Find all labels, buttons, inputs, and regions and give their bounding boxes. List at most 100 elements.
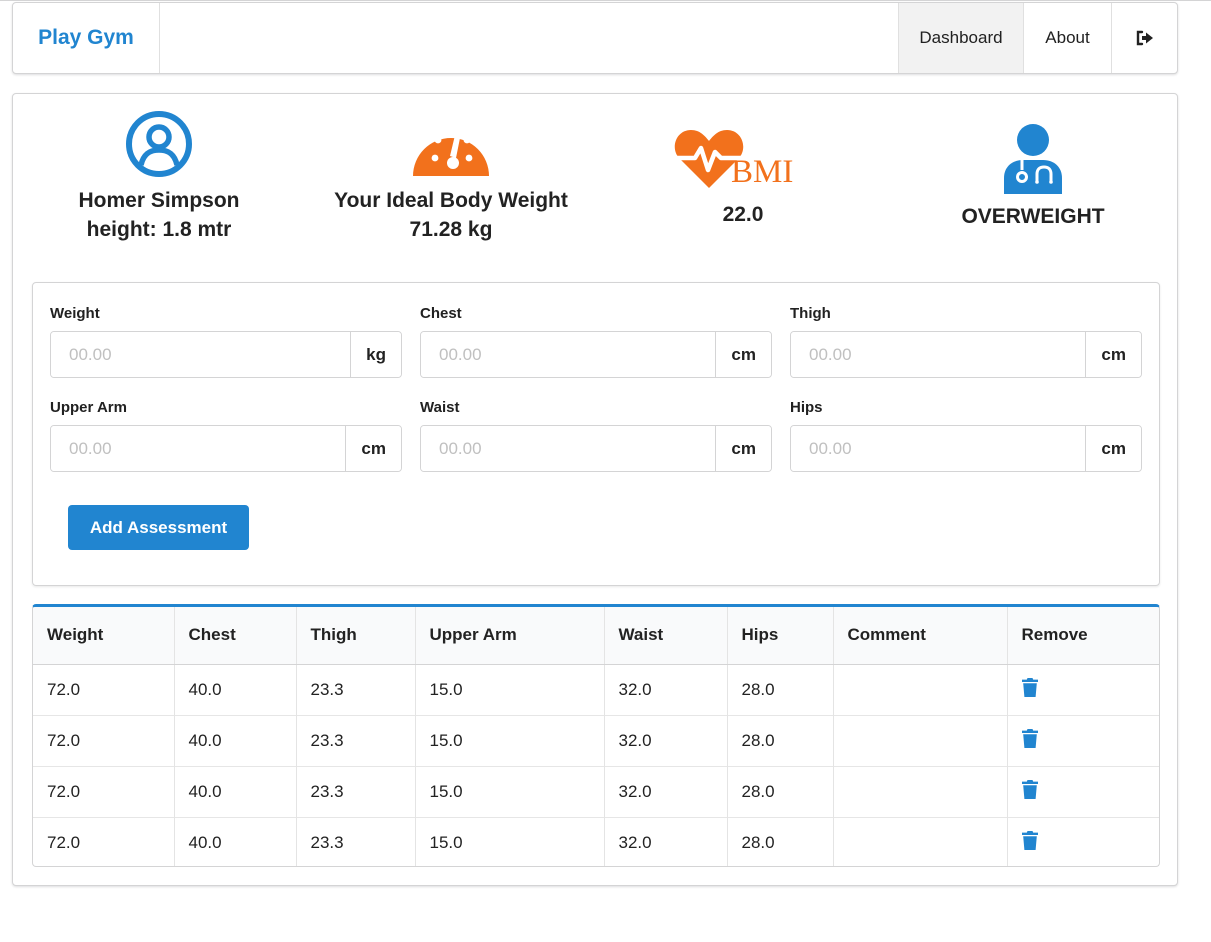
column-header: Comment (832, 607, 1007, 665)
trash-icon (1021, 779, 1038, 799)
remove-button[interactable] (1021, 830, 1038, 855)
hips-cell: 28.0 (726, 714, 833, 766)
remove-cell (1006, 714, 1159, 766)
remove-button[interactable] (1021, 728, 1038, 753)
hips-cell: 28.0 (726, 765, 833, 817)
ideal-weight-stat: Your Ideal Body Weight 71.28 kg (321, 114, 581, 244)
weight-unit: kg (350, 332, 401, 377)
trash-icon (1021, 677, 1038, 697)
navbar-spacer (160, 3, 898, 73)
sign-out-icon (1136, 30, 1153, 46)
column-header: Remove (1006, 607, 1159, 665)
member-stat: Homer Simpson height: 1.8 mtr (71, 110, 247, 244)
column-header: Waist (603, 607, 727, 665)
hips-cell: 28.0 (726, 664, 833, 715)
chest-input-group: cm (420, 331, 772, 378)
thigh-cell: 23.3 (295, 765, 415, 817)
waist-field: Waist cm (420, 399, 772, 472)
waist-cell: 32.0 (603, 765, 727, 817)
comment-cell (832, 765, 1007, 817)
top-navbar: Play Gym Dashboard About (12, 2, 1178, 74)
hips-cell: 28.0 (726, 816, 833, 866)
chest-unit: cm (715, 332, 771, 377)
column-header: Upper Arm (414, 607, 604, 665)
nav-dashboard[interactable]: Dashboard (898, 3, 1023, 73)
remove-button[interactable] (1021, 779, 1038, 804)
hips-label: Hips (790, 399, 823, 416)
chest-cell: 40.0 (173, 664, 296, 715)
ideal-weight-label: Your Ideal Body Weight (334, 189, 568, 212)
column-header: Chest (173, 607, 296, 665)
upper-arm-label: Upper Arm (50, 399, 127, 416)
table-row: 72.0 40.0 23.3 15.0 32.0 28.0 (33, 664, 1159, 715)
table-row: 72.0 40.0 23.3 15.0 32.0 28.0 (33, 816, 1159, 866)
thigh-cell: 23.3 (295, 816, 415, 866)
ideal-weight-value: 71.28 kg (409, 218, 493, 241)
doctor-icon (1004, 124, 1062, 194)
table-row: 72.0 40.0 23.3 15.0 32.0 28.0 (33, 765, 1159, 817)
weight-input-group: kg (50, 331, 402, 378)
upper-arm-cell: 15.0 (414, 816, 604, 866)
member-name: Homer Simpson (78, 189, 240, 212)
waist-cell: 32.0 (603, 714, 727, 766)
thigh-label: Thigh (790, 305, 831, 322)
thigh-field: Thigh cm (790, 305, 1142, 378)
comment-cell (832, 664, 1007, 715)
bmi-category-stat: OVERWEIGHT (933, 124, 1133, 231)
upper-arm-field: Upper Arm cm (50, 399, 402, 472)
tachometer-icon (413, 125, 489, 176)
hips-unit: cm (1085, 426, 1141, 471)
dashboard-segment: Homer Simpson height: 1.8 mtr Your Ideal… (12, 93, 1178, 886)
hips-input[interactable] (791, 426, 1086, 471)
upper-arm-cell: 15.0 (414, 765, 604, 817)
trash-icon (1021, 830, 1038, 850)
assessments-table: Weight Chest Thigh Upper Arm Waist Hips … (32, 604, 1160, 867)
chest-label: Chest (420, 305, 462, 322)
assessment-form: Weight kg Chest cm Thigh cm Upper Arm (32, 282, 1160, 586)
remove-cell (1006, 765, 1159, 817)
remove-button[interactable] (1021, 677, 1038, 702)
top-border (0, 0, 1211, 1)
table-header-row: Weight Chest Thigh Upper Arm Waist Hips … (33, 607, 1159, 665)
chest-cell: 40.0 (173, 765, 296, 817)
hips-input-group: cm (790, 425, 1142, 472)
add-assessment-button[interactable]: Add Assessment (68, 505, 249, 550)
bmi-icon-text: BMI (731, 154, 794, 190)
heartbeat-bmi-icon: BMI (663, 128, 823, 190)
comment-cell (832, 714, 1007, 766)
thigh-cell: 23.3 (295, 714, 415, 766)
bmi-category-value: OVERWEIGHT (961, 205, 1105, 228)
nav-about[interactable]: About (1023, 3, 1111, 73)
weight-cell: 72.0 (33, 765, 174, 817)
waist-unit: cm (715, 426, 771, 471)
brand-link[interactable]: Play Gym (13, 3, 160, 73)
waist-cell: 32.0 (603, 664, 727, 715)
thigh-input[interactable] (791, 332, 1086, 377)
waist-input-group: cm (420, 425, 772, 472)
upper-arm-cell: 15.0 (414, 664, 604, 715)
upper-arm-unit: cm (345, 426, 401, 471)
thigh-cell: 23.3 (295, 664, 415, 715)
column-header: Thigh (295, 607, 415, 665)
logout-button[interactable] (1111, 3, 1177, 73)
chest-field: Chest cm (420, 305, 772, 378)
chest-cell: 40.0 (173, 714, 296, 766)
user-circle-icon (126, 111, 192, 177)
column-header: Hips (726, 607, 833, 665)
weight-field: Weight kg (50, 305, 402, 378)
bmi-stat: BMI 22.0 (663, 128, 823, 229)
column-header: Weight (33, 607, 174, 665)
upper-arm-cell: 15.0 (414, 714, 604, 766)
weight-input[interactable] (51, 332, 351, 377)
upper-arm-input[interactable] (51, 426, 346, 471)
weight-cell: 72.0 (33, 714, 174, 766)
thigh-unit: cm (1085, 332, 1141, 377)
chest-input[interactable] (421, 332, 716, 377)
remove-cell (1006, 664, 1159, 715)
weight-cell: 72.0 (33, 816, 174, 866)
waist-input[interactable] (421, 426, 716, 471)
trash-icon (1021, 728, 1038, 748)
hips-field: Hips cm (790, 399, 1142, 472)
waist-label: Waist (420, 399, 460, 416)
table-row: 72.0 40.0 23.3 15.0 32.0 28.0 (33, 714, 1159, 766)
